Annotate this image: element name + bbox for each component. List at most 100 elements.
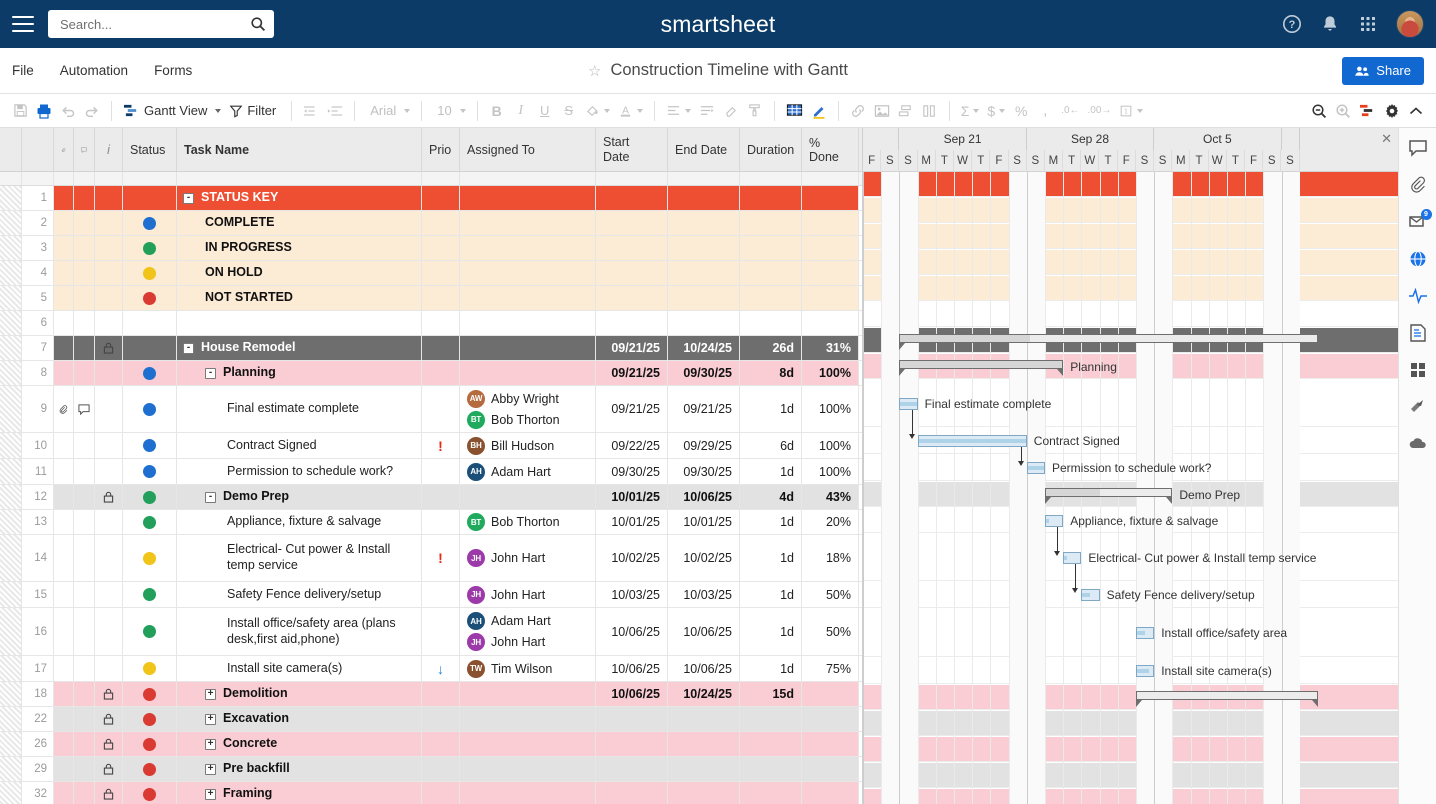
cell-end-date[interactable]: 10/06/25 [668, 656, 740, 681]
cell-assigned-to[interactable]: JH John Hart [460, 582, 596, 607]
cell-comment[interactable] [74, 336, 95, 360]
header-comment[interactable] [74, 128, 95, 171]
cell-end-date[interactable]: 10/06/25 [668, 485, 740, 509]
cell-status[interactable] [123, 707, 177, 731]
cell-lock[interactable] [95, 286, 123, 310]
cell-end-date[interactable]: 10/03/25 [668, 582, 740, 607]
cell-duration[interactable]: 1d [740, 459, 802, 484]
cell-comment[interactable] [74, 485, 95, 509]
cell-attachment[interactable] [54, 732, 74, 756]
cell-pct-done[interactable]: 100% [802, 361, 859, 385]
cell-prio[interactable] [422, 485, 460, 509]
cell-start-date[interactable]: 10/06/25 [596, 608, 668, 655]
cell-assigned-to[interactable]: AW Abby Wright BT Bob Thorton [460, 386, 596, 432]
cell-start-date[interactable]: 10/02/25 [596, 535, 668, 581]
header-pct-done[interactable]: % Done [802, 128, 859, 171]
cell-status[interactable] [123, 459, 177, 484]
cloud-icon[interactable] [1408, 434, 1428, 454]
cell-start-date[interactable] [596, 732, 668, 756]
cell-lock[interactable] [95, 782, 123, 804]
cell-duration[interactable]: 6d [740, 433, 802, 458]
update-request-icon[interactable]: 9 [1408, 209, 1432, 232]
print-icon[interactable] [32, 98, 56, 124]
row-handle[interactable] [0, 286, 22, 310]
cell-lock[interactable] [95, 510, 123, 534]
table-row[interactable]: 17 Install site camera(s) ↓ TW Tim Wilson 10/… [0, 656, 862, 682]
filter-button[interactable]: Filter [225, 98, 284, 124]
row-handle[interactable] [0, 732, 22, 756]
cell-start-date[interactable]: 09/22/25 [596, 433, 668, 458]
cell-status[interactable] [123, 186, 177, 210]
cell-start-date[interactable]: 09/21/25 [596, 361, 668, 385]
cell-end-date[interactable]: 10/02/25 [668, 535, 740, 581]
comment-icon[interactable] [1408, 138, 1428, 158]
cell-duration[interactable] [740, 186, 802, 210]
cell-attachment[interactable] [54, 361, 74, 385]
header-attachment[interactable] [54, 128, 74, 171]
cell-task-name[interactable]: Install office/safety area (plans desk,f… [177, 608, 422, 655]
menu-item-forms[interactable]: Forms [154, 63, 192, 78]
row-handle[interactable] [0, 582, 22, 607]
close-gantt-icon[interactable]: ✕ [1381, 131, 1392, 147]
cell-prio[interactable] [422, 386, 460, 432]
gantt-task-bar[interactable] [917, 435, 1027, 447]
row-handle[interactable] [0, 757, 22, 781]
cell-prio[interactable] [422, 261, 460, 285]
cell-duration[interactable]: 15d [740, 682, 802, 706]
row-handle[interactable] [0, 485, 22, 509]
cell-pct-done[interactable]: 100% [802, 433, 859, 458]
cell-task-name[interactable]: - Demo Prep [177, 485, 422, 509]
table-row[interactable]: 7 - House Remodel 09/21/25 10/24/25 26d 31% [0, 336, 862, 361]
cell-lock[interactable] [95, 608, 123, 655]
share-button[interactable]: Share [1342, 56, 1424, 85]
cell-comment[interactable] [74, 535, 95, 581]
header-start-date[interactable]: Start Date [596, 128, 668, 171]
row-handle[interactable] [0, 656, 22, 681]
table-row[interactable]: 22 + Excavation [0, 707, 862, 732]
cell-status[interactable] [123, 361, 177, 385]
header-select-all[interactable] [0, 128, 22, 171]
menu-item-automation[interactable]: Automation [60, 63, 128, 78]
formula-button[interactable]: Σ [957, 98, 984, 124]
cell-status[interactable] [123, 311, 177, 335]
cell-end-date[interactable] [668, 186, 740, 210]
cell-task-name[interactable]: Install site camera(s) [177, 656, 422, 681]
cell-assigned-to[interactable] [460, 286, 596, 310]
undo-icon[interactable] [56, 98, 80, 124]
increase-decimal-button[interactable]: .00→ [1084, 98, 1116, 124]
cell-lock[interactable] [95, 361, 123, 385]
table-row[interactable]: 4 ON HOLD [0, 261, 862, 286]
cell-task-name[interactable]: - House Remodel [177, 336, 422, 360]
table-row[interactable]: 12 - Demo Prep 10/01/25 10/06/25 4d 43% [0, 485, 862, 510]
cell-prio[interactable]: ! [422, 433, 460, 458]
cell-task-name[interactable]: + Demolition [177, 682, 422, 706]
cell-start-date[interactable]: 10/01/25 [596, 485, 668, 509]
cell-start-date[interactable] [596, 236, 668, 260]
cell-assigned-to[interactable] [460, 782, 596, 804]
cell-status[interactable] [123, 485, 177, 509]
cell-assigned-to[interactable] [460, 682, 596, 706]
cell-prio[interactable] [422, 608, 460, 655]
header-end-date[interactable]: End Date [668, 128, 740, 171]
help-icon[interactable]: ? [1282, 14, 1302, 34]
header-task-name[interactable]: Task Name [177, 128, 422, 171]
cell-task-name[interactable]: + Pre backfill [177, 757, 422, 781]
cell-comment[interactable] [74, 510, 95, 534]
cell-attachment[interactable] [54, 485, 74, 509]
cell-attachment[interactable] [54, 707, 74, 731]
gantt-settings-button[interactable] [1355, 98, 1380, 124]
cell-prio[interactable] [422, 510, 460, 534]
cell-borders-button[interactable] [782, 98, 807, 124]
cell-task-name[interactable]: NOT STARTED [177, 286, 422, 310]
header-assigned-to[interactable]: Assigned To [460, 128, 596, 171]
bell-icon[interactable] [1320, 14, 1340, 34]
cell-pct-done[interactable]: 100% [802, 459, 859, 484]
zoom-out-button[interactable] [1307, 98, 1331, 124]
cell-end-date[interactable]: 09/29/25 [668, 433, 740, 458]
cell-status[interactable] [123, 682, 177, 706]
table-row[interactable]: 6 [0, 311, 862, 336]
row-expand-toggle[interactable]: + [205, 713, 216, 725]
cell-start-date[interactable] [596, 261, 668, 285]
underline-button[interactable]: U [533, 98, 557, 124]
row-handle[interactable] [0, 311, 22, 335]
